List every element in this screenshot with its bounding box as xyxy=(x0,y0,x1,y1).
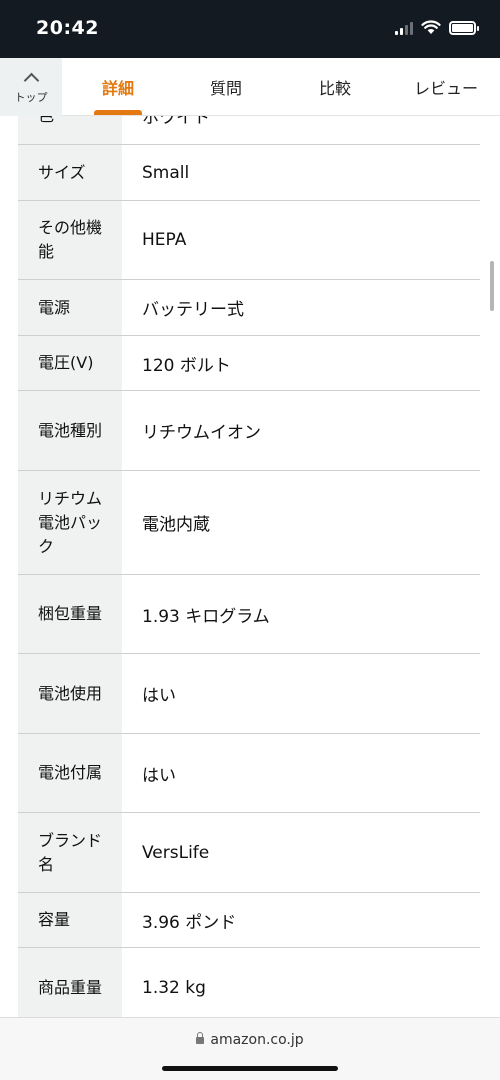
url-text: amazon.co.jp xyxy=(210,1032,304,1048)
spec-key: ブランド名 xyxy=(18,813,122,892)
back-to-top-label: トップ xyxy=(14,91,48,104)
spec-value: バッテリー式 xyxy=(142,300,244,320)
spec-row: 電池使用 はい xyxy=(18,654,480,734)
tab-reviews[interactable]: レビュー xyxy=(400,58,492,116)
status-time: 20:42 xyxy=(36,17,99,39)
spec-value: HEPA xyxy=(142,230,187,250)
battery-icon xyxy=(449,20,479,35)
spec-value: リチウムイオン xyxy=(142,423,261,443)
spec-row: 電源 バッテリー式 xyxy=(18,280,480,336)
spec-table: 色 ホワイト サイズ Small その他機能 HEPA 電源 バッテリー式 電圧… xyxy=(18,116,480,1017)
spec-row: 電圧(V) 120 ボルト xyxy=(18,336,480,391)
spec-key: 梱包重量 xyxy=(18,575,122,653)
spec-row: 電池種別 リチウムイオン xyxy=(18,391,480,471)
status-bar: 20:42 xyxy=(0,0,500,58)
status-icons xyxy=(395,20,479,35)
spec-value: 120 ボルト xyxy=(142,355,231,376)
spec-key: 電池付属 xyxy=(18,734,122,812)
browser-url-bar[interactable]: amazon.co.jp xyxy=(0,1017,500,1080)
back-to-top-button[interactable]: トップ xyxy=(0,58,62,116)
spec-key: リチウム電池パック xyxy=(18,471,122,574)
spec-row: その他機能 HEPA xyxy=(18,201,480,280)
product-details-section: 色 ホワイト サイズ Small その他機能 HEPA 電源 バッテリー式 電圧… xyxy=(0,116,500,1017)
spec-row: 電池付属 はい xyxy=(18,734,480,813)
spec-row: 梱包重量 1.93 キログラム xyxy=(18,575,480,654)
spec-value: 1.32 kg xyxy=(142,977,206,998)
spec-value: 3.96 ポンド xyxy=(142,912,237,933)
section-tab-bar: トップ 詳細 質問 比較 レビュー xyxy=(0,58,500,116)
spec-value: 電池内蔵 xyxy=(142,515,210,535)
url-display[interactable]: amazon.co.jp xyxy=(0,1032,500,1048)
cellular-signal-icon xyxy=(395,21,413,35)
spec-key: 容量 xyxy=(18,893,122,947)
spec-key: その他機能 xyxy=(18,201,122,279)
tab-details[interactable]: 詳細 xyxy=(78,58,158,116)
spec-row: ブランド名 VersLife xyxy=(18,813,480,893)
spec-value: はい xyxy=(142,686,176,706)
spec-key: 電圧(V) xyxy=(18,336,122,390)
spec-row: サイズ Small xyxy=(18,145,480,201)
home-indicator[interactable] xyxy=(162,1066,338,1071)
spec-value: VersLife xyxy=(142,842,210,863)
spec-value: ホワイト xyxy=(142,116,210,128)
spec-row: リチウム電池パック 電池内蔵 xyxy=(18,471,480,575)
scrollbar[interactable] xyxy=(490,261,494,311)
spec-key: サイズ xyxy=(18,145,122,200)
spec-row: 商品重量 1.32 kg xyxy=(18,948,480,1017)
tab-questions[interactable]: 質問 xyxy=(186,58,266,116)
spec-value: はい xyxy=(142,765,176,786)
spec-key: 電源 xyxy=(18,280,122,335)
spec-value: Small xyxy=(142,162,190,183)
spec-row: 容量 3.96 ポンド xyxy=(18,893,480,948)
active-tab-underline xyxy=(94,110,142,115)
spec-row: 色 ホワイト xyxy=(18,116,480,145)
chevron-up-icon xyxy=(23,72,39,89)
spec-key: 電池使用 xyxy=(18,654,122,733)
wifi-icon xyxy=(421,20,441,34)
spec-key: 商品重量 xyxy=(18,948,122,1017)
tab-compare[interactable]: 比較 xyxy=(295,58,375,116)
spec-value: 1.93 キログラム xyxy=(142,606,270,627)
spec-key: 電池種別 xyxy=(18,391,122,470)
spec-key: 色 xyxy=(18,116,122,144)
lock-icon xyxy=(196,1032,205,1044)
